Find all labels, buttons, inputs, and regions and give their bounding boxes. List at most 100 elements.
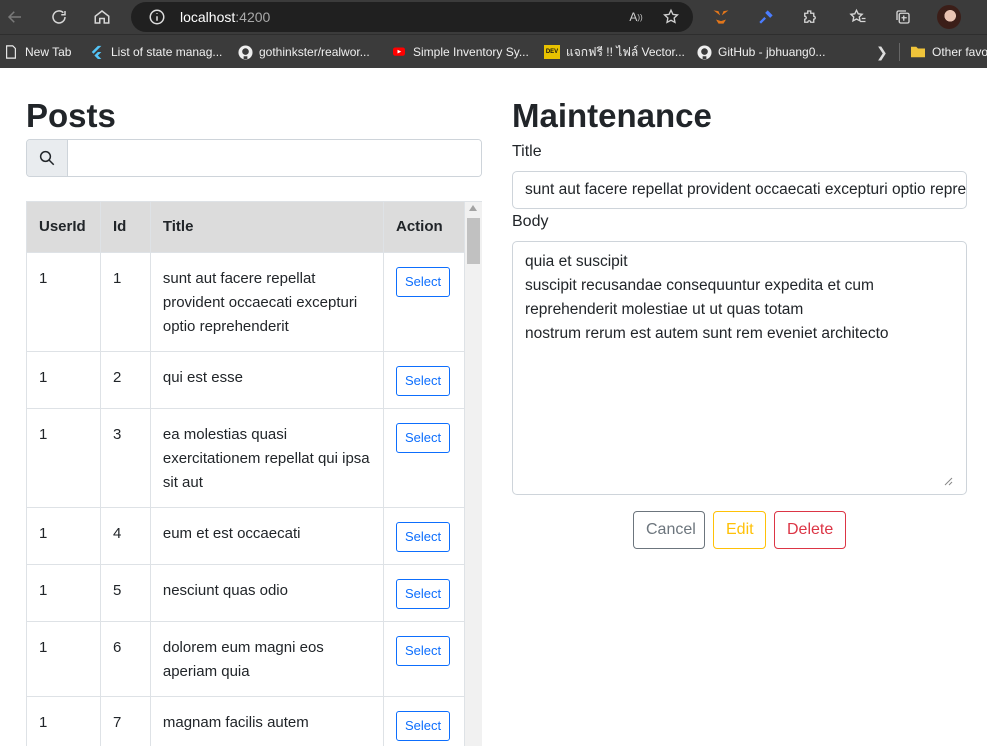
- bookmark-label: gothinkster/realwor...: [259, 45, 370, 59]
- bookmark-label: New Tab: [25, 45, 72, 59]
- page-content: Posts UserId Id Title Action 1 1 sunt au…: [0, 69, 987, 746]
- dev-icon: DEV: [544, 45, 560, 59]
- cell-userid: 1: [26, 506, 101, 565]
- cell-title: eum et est occaecati: [149, 506, 384, 565]
- refresh-icon[interactable]: [47, 5, 71, 29]
- resize-grip-icon[interactable]: [943, 476, 953, 486]
- favorite-add-icon[interactable]: [662, 8, 680, 26]
- edit-button[interactable]: Edit: [713, 511, 766, 549]
- youtube-icon: [391, 44, 407, 60]
- favorites-icon[interactable]: [847, 6, 869, 28]
- column-header-title: Title: [149, 202, 384, 253]
- collections-icon[interactable]: [892, 6, 914, 28]
- bookmark-label: Other favo: [932, 45, 987, 59]
- chevron-right-icon[interactable]: ❯: [876, 44, 888, 61]
- back-icon[interactable]: [3, 5, 27, 29]
- github-icon: [237, 44, 253, 60]
- select-button[interactable]: Select: [395, 635, 451, 666]
- cell-action: Select: [382, 350, 466, 409]
- scrollbar-thumb[interactable]: [467, 218, 480, 264]
- bookmark-github-jbhuang[interactable]: GitHub - jbhuang0...: [696, 42, 825, 62]
- profile-avatar[interactable]: [937, 5, 961, 29]
- select-button[interactable]: Select: [395, 710, 451, 741]
- select-button[interactable]: Select: [395, 578, 451, 609]
- cell-action: Select: [382, 407, 466, 508]
- table-row: 1 6 dolorem eum magni eos aperiam quia S…: [26, 620, 466, 697]
- cell-action: Select: [382, 695, 466, 746]
- select-button[interactable]: Select: [395, 521, 451, 552]
- bookmark-inventory[interactable]: Simple Inventory Sy...: [391, 42, 529, 62]
- github-icon: [696, 44, 712, 60]
- table-row: 1 5 nesciunt quas odio Select: [26, 563, 466, 622]
- cell-action: Select: [382, 620, 466, 697]
- cell-title: sunt aut facere repellat provident occae…: [149, 251, 384, 352]
- body-label: Body: [512, 213, 549, 230]
- delete-button[interactable]: Delete: [774, 511, 846, 549]
- cell-id: 6: [99, 620, 151, 697]
- cell-id: 7: [99, 695, 151, 746]
- browser-toolbar: localhost:4200 A)): [0, 0, 987, 34]
- action-buttons: Cancel Edit Delete: [633, 511, 846, 549]
- select-button[interactable]: Select: [395, 422, 451, 453]
- cell-title: dolorem eum magni eos aperiam quia: [149, 620, 384, 697]
- cell-action: Select: [382, 506, 466, 565]
- scroll-up-icon[interactable]: [469, 205, 477, 211]
- column-header-action: Action: [382, 202, 466, 253]
- select-button[interactable]: Select: [395, 365, 451, 396]
- new-tab-icon: [3, 44, 19, 60]
- body-textarea[interactable]: quia et suscipit suscipit recusandae con…: [512, 241, 967, 495]
- cell-action: Select: [382, 563, 466, 622]
- posts-heading: Posts: [26, 97, 116, 134]
- bookmarks-bar: New Tab List of state manag... gothinkst…: [0, 34, 987, 68]
- bookmarks-divider: [899, 43, 900, 61]
- read-aloud-icon[interactable]: A)): [627, 8, 645, 26]
- cell-id: 1: [99, 251, 151, 352]
- extensions-icon[interactable]: [799, 6, 821, 28]
- info-icon[interactable]: [148, 8, 166, 26]
- title-label: Title: [512, 143, 542, 160]
- cell-id: 3: [99, 407, 151, 508]
- select-button[interactable]: Select: [395, 266, 451, 297]
- extension-satellite-icon[interactable]: [755, 6, 777, 28]
- cell-id: 4: [99, 506, 151, 565]
- url-text: localhost:4200: [180, 9, 271, 25]
- bookmark-realworld[interactable]: gothinkster/realwor...: [237, 42, 370, 62]
- cell-userid: 1: [26, 251, 101, 352]
- cell-title: ea molestias quasi exercitationem repell…: [149, 407, 384, 508]
- maintenance-heading: Maintenance: [512, 97, 712, 134]
- cell-id: 5: [99, 563, 151, 622]
- cell-userid: 1: [26, 407, 101, 508]
- posts-table: UserId Id Title Action 1 1 sunt aut face…: [26, 202, 466, 746]
- cancel-button[interactable]: Cancel: [633, 511, 705, 549]
- bookmark-vector[interactable]: DEV แจกฟรี !! ไฟล์ Vector...: [544, 42, 685, 62]
- table-row: 1 4 eum et est occaecati Select: [26, 506, 466, 565]
- column-header-userid: UserId: [26, 202, 101, 253]
- folder-icon: [910, 44, 926, 60]
- table-row: 1 2 qui est esse Select: [26, 350, 466, 409]
- table-row: 1 3 ea molestias quasi exercitationem re…: [26, 407, 466, 508]
- title-field[interactable]: sunt aut facere repellat provident occae…: [512, 171, 967, 209]
- table-header-row: UserId Id Title Action: [26, 202, 466, 253]
- search-input[interactable]: [68, 140, 481, 176]
- cell-userid: 1: [26, 350, 101, 409]
- cell-title: magnam facilis autem: [149, 695, 384, 746]
- flutter-icon: [89, 44, 105, 60]
- table-row: 1 7 magnam facilis autem Select: [26, 695, 466, 746]
- posts-table-container[interactable]: UserId Id Title Action 1 1 sunt aut face…: [26, 201, 482, 746]
- address-bar[interactable]: localhost:4200 A)): [131, 2, 693, 32]
- bookmark-other-favorites[interactable]: Other favo: [910, 42, 987, 62]
- bookmark-new-tab[interactable]: New Tab: [3, 42, 71, 62]
- bookmark-state-management[interactable]: List of state manag...: [89, 42, 222, 62]
- bookmark-label: แจกฟรี !! ไฟล์ Vector...: [566, 44, 685, 59]
- cell-title: qui est esse: [149, 350, 384, 409]
- metamask-icon[interactable]: [710, 6, 732, 28]
- cell-title: nesciunt quas odio: [149, 563, 384, 622]
- search-icon: [27, 140, 68, 176]
- cell-userid: 1: [26, 695, 101, 746]
- cell-userid: 1: [26, 563, 101, 622]
- cell-id: 2: [99, 350, 151, 409]
- home-icon[interactable]: [90, 5, 114, 29]
- table-scrollbar[interactable]: [465, 202, 482, 746]
- cell-action: Select: [382, 251, 466, 352]
- search-group: [26, 139, 482, 177]
